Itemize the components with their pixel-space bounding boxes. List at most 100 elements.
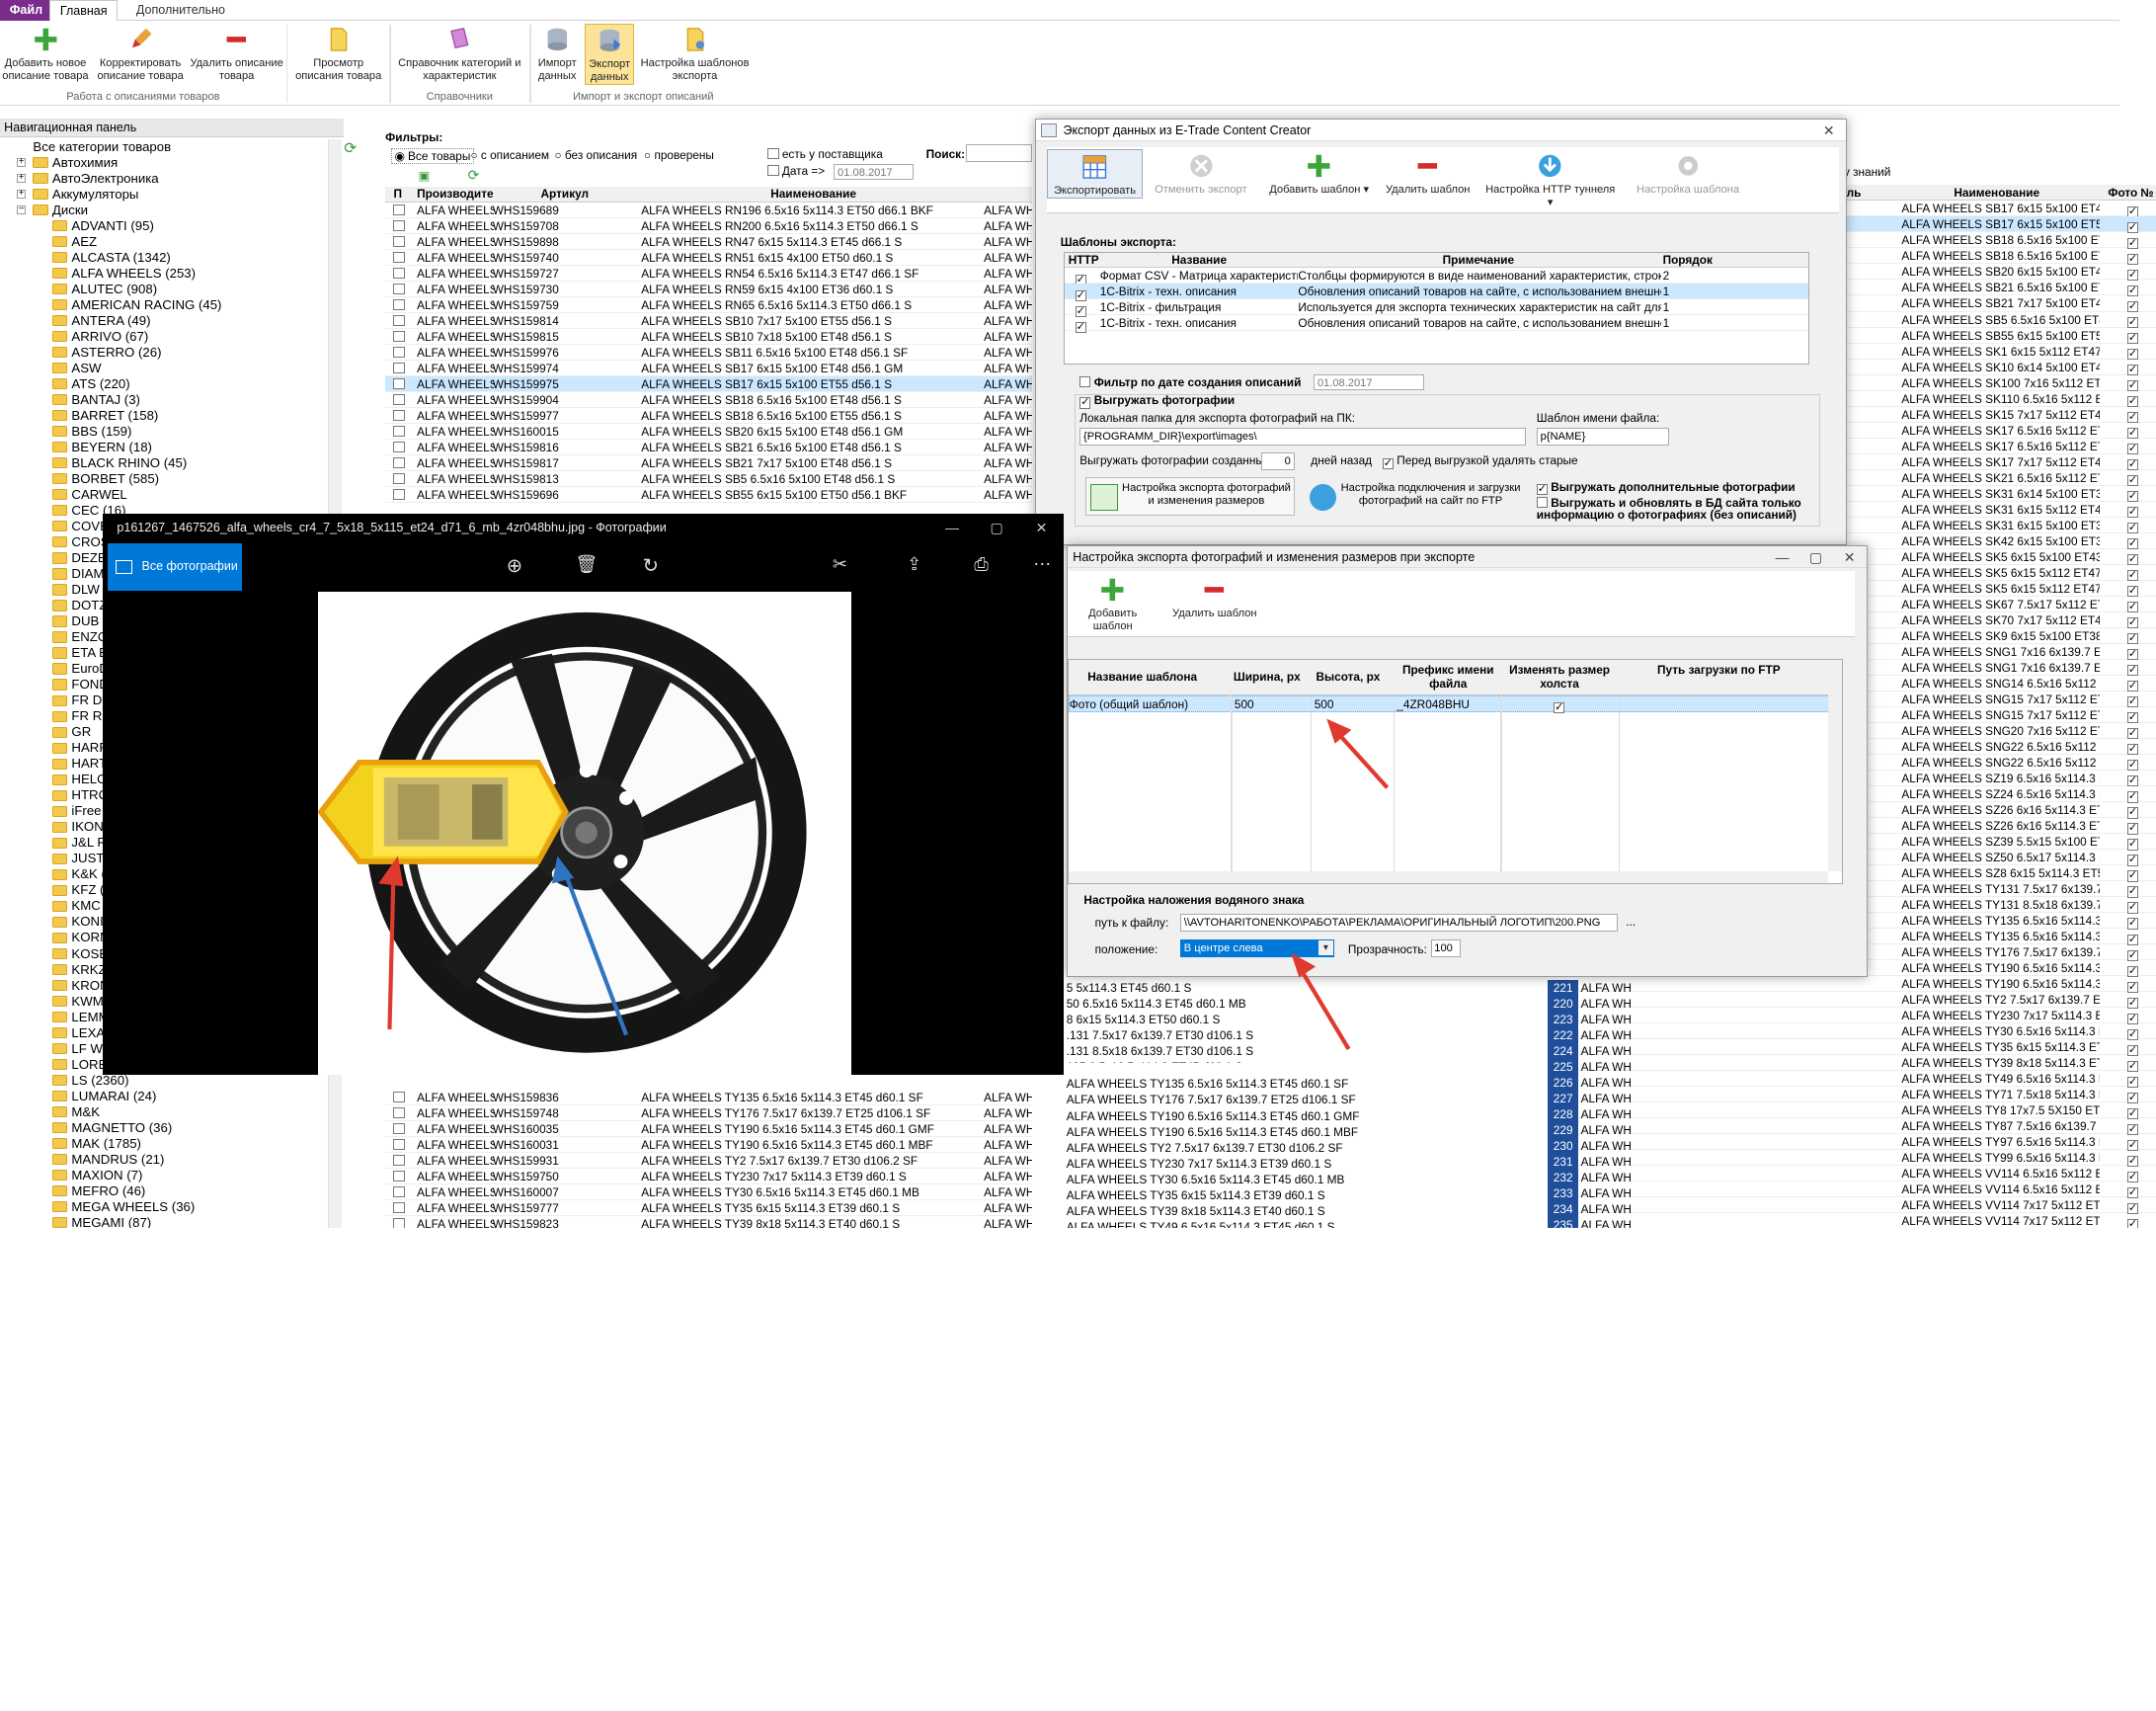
right-col-photo[interactable]: Фото №: [2108, 185, 2153, 202]
col-ftp-path[interactable]: Путь загрузки по FTP: [1657, 663, 1781, 678]
import-button[interactable]: Импорт данных: [534, 24, 581, 83]
zoom-icon[interactable]: ⊕: [507, 554, 522, 578]
export-templates-button[interactable]: Настройка шаблонов экспорта: [638, 24, 751, 83]
checkbox-checked-icon[interactable]: [2126, 395, 2138, 408]
tree-brand-item[interactable]: MEGAMI (87): [0, 1215, 328, 1228]
browse-button[interactable]: ...: [1626, 915, 1636, 929]
checkbox-checked-icon[interactable]: [2126, 791, 2138, 803]
table-row[interactable]: ALFA WHEELS WHS159823 ALFA WHEELS TY39 8x1…: [385, 1216, 1032, 1228]
tree-brand-item[interactable]: AEZ: [0, 234, 328, 250]
table-row[interactable]: ALFA WHEELS WHS159696 ALFA WHEELS SB55 6x1…: [385, 487, 1032, 504]
row-checkbox-icon[interactable]: [393, 442, 405, 453]
tree-item[interactable]: + АвтоЭлектроника: [0, 171, 328, 187]
checkbox-checked-icon[interactable]: [2126, 728, 2138, 740]
delete-old-checkbox[interactable]: Перед выгрузкой удалять старые: [1382, 453, 1578, 469]
checkbox-checked-icon[interactable]: [2126, 886, 2138, 898]
checkbox-checked-icon[interactable]: [2126, 633, 2138, 645]
table-row[interactable]: ALFA WHEELS WHS159904 ALFA WHEELS SB18 6.5…: [385, 392, 1032, 408]
tree-brand-item[interactable]: BANTAJ (3): [0, 392, 328, 408]
tree-brand-item[interactable]: MANDRUS (21): [0, 1152, 328, 1168]
checkbox-checked-icon[interactable]: [2126, 348, 2138, 361]
row-checkbox-icon[interactable]: [393, 284, 405, 295]
more-icon[interactable]: ⋯: [1033, 554, 1051, 575]
photo-templates-grid[interactable]: Название шаблона Ширина, px Высота, px П…: [1067, 658, 1844, 885]
days-input[interactable]: 0: [1261, 451, 1295, 471]
table-row[interactable]: ALFA WHEELS VV114 6.5x16 5x112 ET50: [1552, 1181, 2156, 1198]
tree-brand-item[interactable]: AMERICAN RACING (45): [0, 297, 328, 313]
table-row[interactable]: ALFA WHEELS WHS159817 ALFA WHEELS SB21 7x1…: [385, 455, 1032, 472]
tree-brand-item[interactable]: M&K: [0, 1104, 328, 1120]
delete-template-button[interactable]: Удалить шаблон: [1380, 149, 1477, 196]
table-row[interactable]: ALFA WHEELS TY8 17x7.5 5X150 ET60 d11: [1552, 1102, 2156, 1119]
col-resize-canvas[interactable]: Изменять размер холста: [1500, 663, 1619, 692]
photo-export-settings-button[interactable]: Настройка экспорта фотографий и изменени…: [1084, 477, 1295, 517]
tree-brand-item[interactable]: MAK (1785): [0, 1136, 328, 1152]
table-row[interactable]: ALFA WHEELS VV114 7x17 5x112 ET43 d: [1552, 1197, 2156, 1214]
table-row[interactable]: ALFA WHEELS VV114 6.5x16 5x112 ET50: [1552, 1166, 2156, 1182]
table-row[interactable]: ALFA WHEELS TY35 6x15 5x114.3 ET39 d: [1552, 1039, 2156, 1056]
table-row[interactable]: ALFA WHEELS WHS159814 ALFA WHEELS SB10 7x1…: [385, 313, 1032, 329]
checkbox-checked-icon[interactable]: [2126, 997, 2138, 1009]
table-row[interactable]: 228 ALFA WHEELS: [1548, 1106, 1631, 1123]
export-button[interactable]: Экспорт данных: [585, 23, 635, 85]
table-row[interactable]: ALFA WHEELS TY97 6.5x16 5x114.3 ET4: [1552, 1134, 2156, 1151]
checkbox-checked-icon[interactable]: [2126, 1186, 2138, 1198]
checkbox-checked-icon[interactable]: [2126, 1107, 2138, 1119]
photo-delete-template-button[interactable]: Удалить шаблон: [1169, 574, 1260, 620]
run-export-button[interactable]: Экспортировать: [1046, 149, 1144, 199]
checkbox-checked-icon[interactable]: [1075, 321, 1086, 333]
tree-item[interactable]: + Автохимия: [0, 155, 328, 171]
checkbox-checked-icon[interactable]: [2126, 1092, 2138, 1103]
checkbox-checked-icon[interactable]: [2126, 475, 2138, 487]
template-row[interactable]: Формат CSV - Матрица характеристиСтолбцы…: [1064, 268, 1808, 285]
tab-file[interactable]: Файл: [0, 0, 52, 21]
checkbox-checked-icon[interactable]: [2126, 823, 2138, 835]
tab-extra[interactable]: Дополнительно: [126, 0, 235, 21]
tree-brand-item[interactable]: ANTERA (49): [0, 313, 328, 329]
table-row[interactable]: ALFA WHEELS TY2 7.5x17 6x139.7 ET30: [1552, 992, 2156, 1009]
row-checkbox-icon[interactable]: [393, 1170, 405, 1182]
table-row[interactable]: ALFA WHEELS WHS159708 ALFA WHEELS RN200 6.…: [385, 218, 1032, 234]
row-checkbox-icon[interactable]: [393, 457, 405, 469]
col-template-name[interactable]: Название шаблона: [1087, 670, 1197, 685]
checkbox-checked-icon[interactable]: [2126, 364, 2138, 376]
row-checkbox-icon[interactable]: [393, 1154, 405, 1167]
table-row[interactable]: 224 ALFA WHEELS: [1548, 1043, 1631, 1060]
tree-brand-item[interactable]: MAXION (7): [0, 1168, 328, 1183]
checkbox-checked-icon[interactable]: [2126, 981, 2138, 993]
tree-brand-item[interactable]: CARWEL: [0, 487, 328, 503]
view-description-button[interactable]: Просмотр описания товара: [291, 24, 385, 83]
ftp-settings-button[interactable]: Настройка подключения и загрузки фотогра…: [1306, 477, 1526, 516]
checkbox-checked-icon[interactable]: [2126, 444, 2138, 455]
checkbox-checked-icon[interactable]: [2126, 428, 2138, 440]
filter-with[interactable]: ○ с описанием: [470, 148, 549, 162]
row-checkbox-icon[interactable]: [393, 299, 405, 311]
table-row[interactable]: ALFA WHEELS WHS159974 ALFA WHEELS SB17 6x1…: [385, 361, 1032, 376]
row-checkbox-icon[interactable]: [393, 252, 405, 264]
checkbox-checked-icon[interactable]: [2126, 1060, 2138, 1072]
checkbox-checked-icon[interactable]: [2126, 221, 2138, 233]
checkbox-checked-icon[interactable]: [2126, 1123, 2138, 1135]
filename-template-input[interactable]: p{NAME}: [1536, 427, 1669, 446]
checkbox-checked-icon[interactable]: [2126, 1139, 2138, 1151]
tree-brand-item[interactable]: ARRIVO (67): [0, 329, 328, 345]
table-row[interactable]: ALFA WHEELS WHS159727 ALFA WHEELS RN54 6.5…: [385, 266, 1032, 282]
refresh-grid-icon[interactable]: ⟳: [468, 167, 480, 184]
row-checkbox-icon[interactable]: [393, 410, 405, 422]
table-row[interactable]: ALFA WHEELS WHS159816 ALFA WHEELS SB21 6.5…: [385, 440, 1032, 456]
expand-icon[interactable]: +: [16, 172, 27, 184]
cancel-export-button[interactable]: Отменить экспорт: [1149, 149, 1253, 196]
tree-brand-item[interactable]: LUMARAI (24): [0, 1089, 328, 1104]
row-checkbox-icon[interactable]: [393, 1217, 405, 1228]
checkbox-checked-icon[interactable]: [2126, 760, 2138, 772]
col-header-sku[interactable]: Артикул: [541, 187, 590, 202]
checkbox-checked-icon[interactable]: [2126, 507, 2138, 519]
row-checkbox-icon[interactable]: [393, 1122, 405, 1134]
template-row[interactable]: 1С-Bitrix - фильтрация Используется для э…: [1064, 299, 1808, 317]
supplier-checkbox[interactable]: есть у поставщика: [767, 147, 883, 161]
tree-brand-item[interactable]: ALCASTA (1342): [0, 250, 328, 266]
table-row[interactable]: ALFA WHEELS TY71 7.5x18 5x114.3 ET4: [1552, 1087, 2156, 1103]
tree-item[interactable]: + Аккумуляторы: [0, 187, 328, 203]
checkbox-checked-icon[interactable]: [2126, 586, 2138, 598]
checkbox-checked-icon[interactable]: [2126, 300, 2138, 313]
